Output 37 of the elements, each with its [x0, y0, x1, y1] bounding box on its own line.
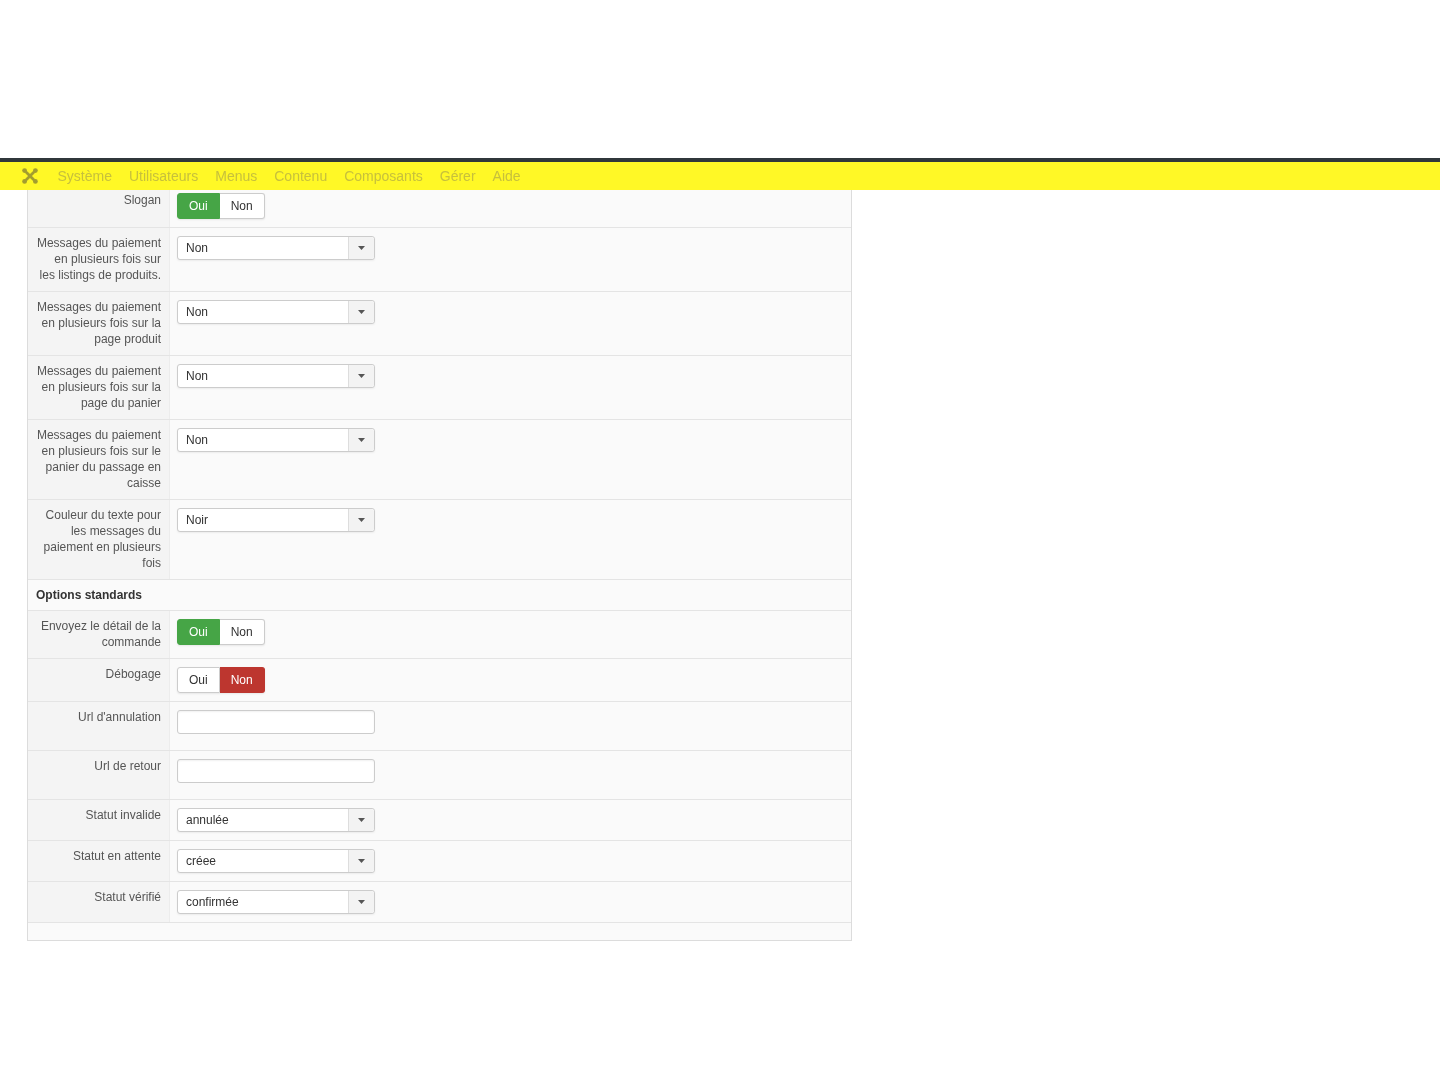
dropdown-field[interactable]: créee	[177, 849, 375, 873]
section-heading: Options standards	[36, 588, 142, 602]
caret-icon	[358, 818, 365, 822]
caret-icon	[358, 438, 365, 442]
option-button[interactable]: Non	[219, 193, 265, 219]
field-label: Statut invalide	[85, 808, 161, 822]
field-label: Débogage	[105, 667, 161, 681]
field-label: Url de retour	[94, 759, 161, 773]
dropdown-field[interactable]: confirmée	[177, 890, 375, 914]
field-label: Url d'annulation	[78, 710, 161, 724]
dropdown-field[interactable]: Non	[177, 300, 375, 324]
dropdown-field[interactable]: Non	[177, 428, 375, 452]
field-label: Messages du paiement en plusieurs fois sur la page produit	[36, 300, 161, 346]
field-label: Statut vérifié	[94, 890, 161, 904]
dropdown-field[interactable]: Non	[177, 364, 375, 388]
field-label: Messages du paiement en plusieurs fois sur la page du panier	[36, 364, 161, 410]
caret-icon	[358, 859, 365, 863]
caret-icon	[358, 518, 365, 522]
input-field[interactable]	[177, 759, 375, 783]
dropdown-field[interactable]: Non	[177, 236, 375, 260]
caret-icon	[358, 246, 365, 250]
field-label: Statut en attente	[72, 849, 161, 863]
option-button[interactable]: Oui	[177, 667, 220, 693]
field-label: Messages du paiement en plusieurs fois sur le panier du passage en caisse	[36, 428, 161, 490]
field-label: Messages du paiement en plusieurs fois sur les listings de produits.	[36, 236, 161, 282]
input-field[interactable]	[177, 710, 375, 734]
dropdown-field[interactable]: Noir	[177, 508, 375, 532]
field-label: Envoyez le détail de la commande	[40, 619, 161, 649]
option-button[interactable]: Non	[219, 667, 265, 693]
caret-icon	[358, 900, 365, 904]
field-label: Couleur du texte pour les messages du paiement en plusieurs fois	[43, 508, 161, 570]
caret-icon	[358, 374, 365, 378]
dropdown-field[interactable]: annulée	[177, 808, 375, 832]
caret-icon	[358, 310, 365, 314]
logo-icon[interactable]	[22, 168, 38, 184]
option-button[interactable]: Non	[219, 619, 265, 645]
field-label: Slogan	[123, 193, 161, 207]
